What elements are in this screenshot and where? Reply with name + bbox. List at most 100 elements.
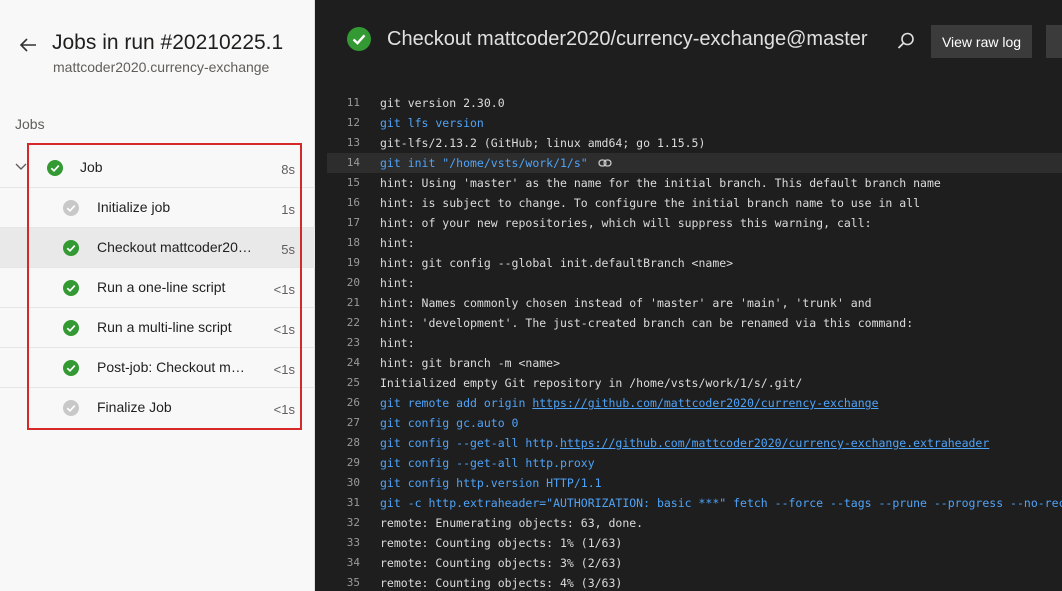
step-label: Post-job: Checkout mattcoder2020/currenc…	[97, 359, 252, 375]
pipeline-name: mattcoder2020.currency-exchange	[53, 59, 270, 75]
log-text: git config --get-all http.proxy	[380, 453, 595, 473]
job-row[interactable]: Job 8s	[0, 148, 315, 188]
line-number: 25	[346, 376, 360, 389]
log-line: 11 git version 2.30.0	[315, 93, 1062, 113]
log-line: 30 git config http.version HTTP/1.1	[315, 473, 1062, 493]
line-number: 16	[346, 196, 360, 209]
check-circle-icon	[63, 320, 79, 336]
log-text: remote: Counting objects: 1% (1/63)	[380, 533, 622, 553]
log-line: 35 remote: Counting objects: 4% (3/63)	[315, 573, 1062, 591]
step-duration: <1s	[273, 402, 295, 417]
log-line: 29 git config --get-all http.proxy	[315, 453, 1062, 473]
line-number: 30	[346, 476, 360, 489]
log-line: 24 hint: git branch -m <name>	[315, 353, 1062, 373]
back-arrow-icon[interactable]	[17, 34, 39, 56]
log-line: 17 hint: of your new repositories, which …	[315, 213, 1062, 233]
line-number: 14	[346, 156, 360, 169]
circle-check-gray-icon	[63, 200, 79, 216]
log-line: 25 Initialized empty Git repository in /h…	[315, 373, 1062, 393]
jobs-panel: Jobs in run #20210225.1 mattcoder2020.cu…	[0, 0, 315, 591]
line-number: 31	[346, 496, 360, 509]
log-text: git-lfs/2.13.2 (GitHub; linux amd64; go …	[380, 133, 705, 153]
log-link[interactable]: https://github.com/mattcoder2020/currenc…	[560, 436, 989, 450]
log-line: 13 git-lfs/2.13.2 (GitHub; linux amd64; g…	[315, 133, 1062, 153]
step-row[interactable]: Post-job: Checkout mattcoder2020/currenc…	[0, 348, 315, 388]
log-line: 16 hint: is subject to change. To configu…	[315, 193, 1062, 213]
step-duration: <1s	[273, 282, 295, 297]
line-number: 33	[346, 536, 360, 549]
log-text-content: git config gc.auto 0	[380, 416, 519, 430]
log-text: git config --get-all http.https://github…	[380, 433, 989, 453]
step-duration: <1s	[273, 322, 295, 337]
job-duration: 8s	[281, 162, 295, 177]
log-text-content: remote: Counting objects: 1% (1/63)	[380, 536, 623, 550]
step-label: Run a one-line script	[97, 279, 226, 295]
log-text-content: hint: is subject to change. To configure…	[380, 196, 921, 210]
line-number: 22	[346, 316, 360, 329]
step-duration: 1s	[281, 202, 295, 217]
step-row[interactable]: Initialize job 1s	[0, 188, 315, 228]
step-label: Initialize job	[97, 199, 171, 215]
line-number: 21	[346, 296, 360, 309]
check-circle-icon	[63, 240, 79, 256]
check-circle-icon	[47, 160, 63, 176]
job-label: Job	[80, 159, 103, 175]
log-line: 20 hint:	[315, 273, 1062, 293]
line-number: 29	[346, 456, 360, 469]
step-label: Run a multi-line script	[97, 319, 232, 335]
log-text-content: hint: Names commonly chosen instead of '…	[380, 296, 872, 310]
log-text: remote: Counting objects: 3% (2/63)	[380, 553, 622, 573]
step-row[interactable]: Checkout mattcoder2020/currency-exchange…	[0, 228, 315, 268]
line-number: 24	[346, 356, 360, 369]
log-line: 28 git config --get-all http.https://gith…	[315, 433, 1062, 453]
page-title: Jobs in run #20210225.1	[52, 31, 284, 54]
log-text-content: git version 2.30.0	[380, 96, 505, 110]
log-text-content: remote: Counting objects: 3% (2/63)	[380, 556, 623, 570]
log-title: Checkout mattcoder2020/currency-exchange…	[387, 28, 868, 50]
step-row[interactable]: Finalize Job <1s	[0, 388, 315, 428]
log-line: 26 git remote add origin https://github.c…	[315, 393, 1062, 413]
more-options-button[interactable]	[1046, 25, 1062, 58]
view-raw-log-button[interactable]: View raw log	[931, 25, 1032, 58]
step-label: Finalize Job	[97, 399, 172, 415]
line-number: 34	[346, 556, 360, 569]
link-icon[interactable]	[598, 158, 612, 168]
log-text: Initialized empty Git repository in /hom…	[380, 373, 802, 393]
log-line: 21 hint: Names commonly chosen instead of…	[315, 293, 1062, 313]
log-text: remote: Counting objects: 4% (3/63)	[380, 573, 622, 591]
log-text-content: git config --get-all http.	[380, 436, 561, 450]
line-number: 32	[346, 516, 360, 529]
log-text: hint: of your new repositories, which wi…	[380, 213, 872, 233]
log-text-content: hint: of your new repositories, which wi…	[380, 216, 872, 230]
line-number: 15	[346, 176, 360, 189]
log-text: hint: Using 'master' as the name for the…	[380, 173, 941, 193]
log-text-content: git config --get-all http.proxy	[380, 456, 595, 470]
log-text: git config http.version HTTP/1.1	[380, 473, 602, 493]
line-number: 28	[346, 436, 360, 449]
log-link[interactable]: https://github.com/mattcoder2020/currenc…	[532, 396, 878, 410]
log-panel: Checkout mattcoder2020/currency-exchange…	[315, 0, 1062, 591]
check-circle-icon	[63, 360, 79, 376]
line-number: 23	[346, 336, 360, 349]
step-row[interactable]: Run a one-line script <1s	[0, 268, 315, 308]
log-text-content: hint:	[380, 236, 415, 250]
line-number: 19	[346, 256, 360, 269]
log-text-content: hint: git config --global init.defaultBr…	[380, 256, 734, 270]
chevron-down-icon[interactable]	[15, 162, 27, 172]
jobs-section-label: Jobs	[15, 116, 45, 132]
log-text: hint: git branch -m <name>	[380, 353, 560, 373]
step-row[interactable]: Run a multi-line script <1s	[0, 308, 315, 348]
log-text: remote: Enumerating objects: 63, done.	[380, 513, 643, 533]
log-line: 33 remote: Counting objects: 1% (1/63)	[315, 533, 1062, 553]
log-text-content: hint: Using 'master' as the name for the…	[380, 176, 941, 190]
search-icon[interactable]	[896, 31, 916, 51]
log-text-content: git-lfs/2.13.2 (GitHub; linux amd64; go …	[380, 136, 706, 150]
log-line: 32 remote: Enumerating objects: 63, done.	[315, 513, 1062, 533]
log-text-content: git config http.version HTTP/1.1	[380, 476, 602, 490]
line-number: 13	[346, 136, 360, 149]
log-text: hint:	[380, 233, 415, 253]
line-number: 12	[346, 116, 360, 129]
log-line: 23 hint:	[315, 333, 1062, 353]
check-circle-icon	[63, 280, 79, 296]
log-text: hint: 'development'. The just-created br…	[380, 313, 913, 333]
